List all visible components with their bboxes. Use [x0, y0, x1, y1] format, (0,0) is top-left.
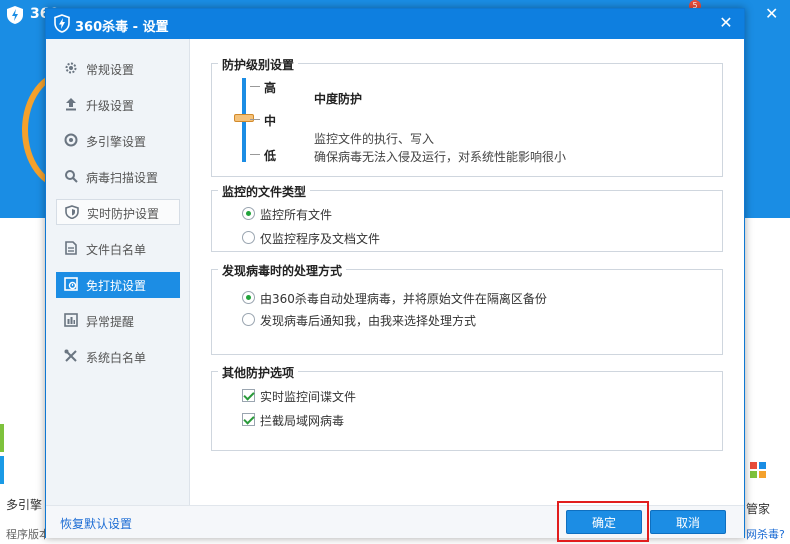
radio-button[interactable]	[242, 291, 255, 304]
upload-icon	[66, 98, 76, 111]
other-options-title: 其他防护选项	[218, 364, 299, 381]
engine-icon	[64, 133, 78, 147]
sidebar-item-multi-engine[interactable]: 多引擎设置	[56, 128, 180, 154]
level-low-label[interactable]: 低	[264, 147, 276, 164]
sidebar-item-file-whitelist[interactable]: 文件白名单	[56, 236, 180, 262]
sidebar-item-label: 免打扰设置	[86, 279, 147, 293]
option-label: 由360杀毒自动处理病毒，并将原始文件在隔离区备份	[260, 292, 547, 306]
background-close-icon[interactable]: ✕	[765, 4, 778, 23]
sidebar-item-virus-scan[interactable]: 病毒扫描设置	[56, 164, 180, 190]
dialog-title-bar[interactable]: 360杀毒 - 设置 ✕	[46, 9, 744, 39]
tick-line-medium	[250, 119, 260, 120]
sidebar-item-label: 病毒扫描设置	[86, 171, 159, 185]
radio-button[interactable]	[242, 313, 255, 326]
sidebar-item-label: 实时防护设置	[87, 207, 160, 221]
sidebar-item-label: 升级设置	[86, 99, 135, 113]
shield-icon	[65, 205, 79, 219]
restore-defaults-link[interactable]: 恢复默认设置	[60, 515, 132, 532]
protection-level-description: 确保病毒无法入侵及运行，对系统性能影响很小	[314, 150, 567, 164]
sidebar-item-alerts[interactable]: 异常提醒	[56, 308, 180, 334]
background-multi-engine-text: 多引擎	[6, 498, 43, 512]
settings-sidebar: 常规设置 升级设置 多引擎设置 病毒扫描设置 实时防护设置 文件白名单 免打扰设…	[46, 39, 190, 505]
other-options-group: 其他防护选项 实时监控间谍文件 拦截局域网病毒	[211, 364, 723, 451]
protection-level-slider-thumb[interactable]	[234, 114, 254, 122]
search-icon	[65, 170, 78, 183]
protection-level-group: 防护级别设置 高 中 低 中度防护 监控文件的执行、写入 确保病毒无法入侵及运行…	[211, 56, 723, 177]
background-green-tab[interactable]	[0, 424, 4, 452]
option-label: 实时监控间谍文件	[260, 390, 357, 404]
tools-icon	[64, 349, 77, 362]
sidebar-item-realtime-protection[interactable]: 实时防护设置	[56, 199, 180, 225]
background-version-text: 程序版本	[6, 528, 50, 541]
virus-action-title: 发现病毒时的处理方式	[218, 262, 347, 279]
background-blue-tab[interactable]	[0, 456, 4, 484]
file-types-group: 监控的文件类型 监控所有文件 仅监控程序及文档文件	[211, 183, 723, 252]
protection-level-title: 防护级别设置	[218, 56, 299, 73]
settings-dialog: 360杀毒 - 设置 ✕ 常规设置 升级设置 多引擎设置 病毒扫描设置 实时防护…	[45, 8, 745, 538]
tick-line-low	[250, 154, 260, 155]
option-label: 拦截局域网病毒	[260, 414, 345, 428]
app-shield-icon	[7, 6, 23, 24]
sidebar-item-do-not-disturb[interactable]: 免打扰设置	[56, 272, 180, 298]
option-label: 仅监控程序及文档文件	[260, 232, 381, 246]
sidebar-item-label: 文件白名单	[86, 243, 147, 257]
gear-icon	[65, 62, 77, 74]
option-label: 监控所有文件	[260, 208, 333, 222]
shield-logo-icon	[54, 14, 70, 33]
manager-app-icon[interactable]	[750, 462, 766, 478]
tick-line-high	[250, 86, 260, 87]
protection-level-name: 中度防护	[314, 92, 363, 106]
clock-icon	[64, 277, 78, 291]
background-virus-link[interactable]: 网杀毒?	[746, 526, 785, 542]
document-icon	[65, 241, 77, 255]
sidebar-item-label: 系统白名单	[86, 351, 147, 365]
checkbox[interactable]	[242, 413, 255, 426]
sidebar-item-general[interactable]: 常规设置	[56, 56, 180, 82]
sidebar-item-label: 常规设置	[86, 63, 135, 77]
background-manager-text: 管家	[746, 502, 771, 516]
checkbox[interactable]	[242, 389, 255, 402]
file-types-title: 监控的文件类型	[218, 183, 311, 200]
radio-button[interactable]	[242, 207, 255, 220]
radio-button[interactable]	[242, 231, 255, 244]
protection-level-description: 监控文件的执行、写入	[314, 132, 435, 146]
close-icon[interactable]: ✕	[716, 13, 736, 33]
cancel-button[interactable]: 取消	[650, 510, 726, 534]
chart-icon	[64, 313, 78, 327]
sidebar-item-upgrade[interactable]: 升级设置	[56, 92, 180, 118]
sidebar-item-label: 多引擎设置	[86, 135, 147, 149]
option-label: 发现病毒后通知我，由我来选择处理方式	[260, 314, 477, 328]
level-medium-label[interactable]: 中	[264, 112, 276, 129]
virus-action-group: 发现病毒时的处理方式 由360杀毒自动处理病毒，并将原始文件在隔离区备份 发现病…	[211, 262, 723, 355]
level-high-label[interactable]: 高	[264, 79, 276, 96]
dialog-title: 360杀毒 - 设置	[75, 20, 169, 35]
sidebar-item-system-whitelist[interactable]: 系统白名单	[56, 344, 180, 370]
ok-button-highlight-box	[557, 501, 649, 542]
sidebar-item-label: 异常提醒	[86, 315, 135, 329]
